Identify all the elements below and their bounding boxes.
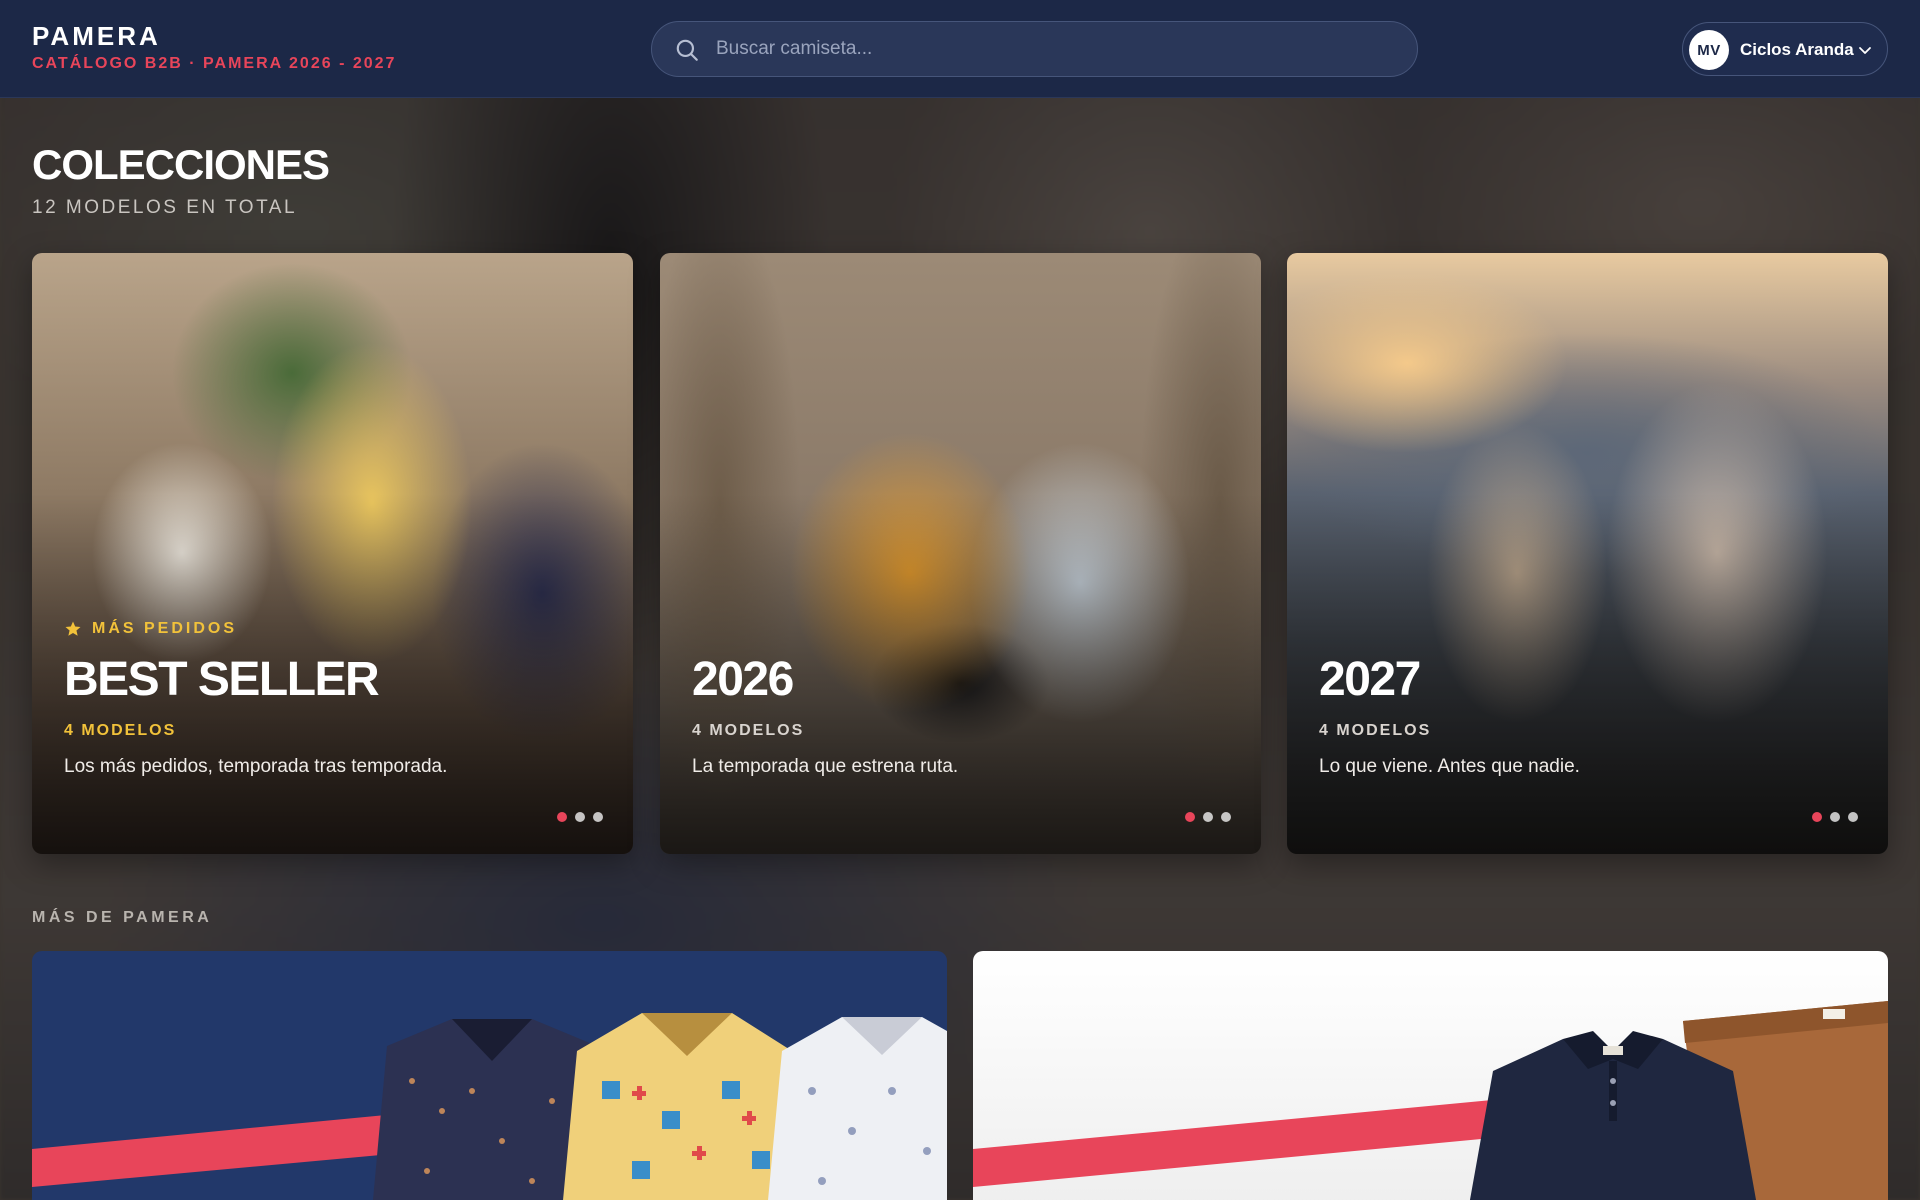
brand-subtitle: CATÁLOGO B2B · PAMERA 2026 - 2027 — [32, 55, 397, 72]
collection-card-2026[interactable]: 2026 4 MODELOS La temporada que estrena … — [660, 253, 1261, 854]
top-bar: PAMERA CATÁLOGO B2B · PAMERA 2026 - 2027… — [0, 0, 1920, 98]
collection-count: 4 MODELOS — [1319, 722, 1432, 739]
carousel-dot[interactable] — [1221, 812, 1231, 822]
collection-title: 2026 — [692, 653, 794, 706]
apparel-illustration — [973, 1001, 1888, 1200]
carousel-dot[interactable] — [1812, 812, 1822, 822]
star-icon — [65, 621, 81, 636]
more-from-pamera-heading: MÁS DE PAMERA — [32, 909, 213, 926]
carousel-dot[interactable] — [1830, 812, 1840, 822]
collection-card-2027[interactable]: 2027 4 MODELOS Lo que viene. Antes que n… — [1287, 253, 1888, 854]
collection-description: Lo que viene. Antes que nadie. — [1319, 756, 1580, 777]
search-bar[interactable] — [651, 21, 1418, 77]
collection-card-best-seller[interactable]: MÁS PEDIDOS BEST SELLER 4 MODELOS Los má… — [32, 253, 633, 854]
collection-description: La temporada que estrena ruta. — [692, 756, 959, 777]
brand[interactable]: PAMERA CATÁLOGO B2B · PAMERA 2026 - 2027 — [32, 23, 396, 73]
shirts-illustration — [32, 1013, 947, 1200]
carousel-dots — [1185, 812, 1231, 822]
carousel-dot[interactable] — [1203, 812, 1213, 822]
collection-description: Los más pedidos, temporada tras temporad… — [64, 756, 448, 777]
carousel-dot[interactable] — [1185, 812, 1195, 822]
carousel-dot[interactable] — [593, 812, 603, 822]
carousel-dots — [1812, 812, 1858, 822]
carousel-dot[interactable] — [1848, 812, 1858, 822]
search-input[interactable] — [716, 22, 1396, 76]
carousel-dot[interactable] — [557, 812, 567, 822]
collection-title: BEST SELLER — [64, 653, 380, 706]
promo-card-shirts[interactable] — [32, 951, 947, 1200]
user-name: Ciclos Aranda — [1740, 40, 1854, 59]
collection-count: 4 MODELOS — [692, 722, 805, 739]
page-title: COLECCIONES — [32, 141, 330, 188]
brand-name: PAMERA — [32, 21, 161, 51]
user-menu-button[interactable]: MV Ciclos Aranda — [1682, 22, 1888, 76]
collection-eyebrow: MÁS PEDIDOS — [64, 620, 237, 638]
carousel-dots — [557, 812, 603, 822]
search-icon — [676, 39, 698, 61]
models-total: 12 MODELOS EN TOTAL — [32, 197, 298, 218]
carousel-dot[interactable] — [575, 812, 585, 822]
chevron-down-icon — [1859, 47, 1871, 54]
collection-eyebrow-label: MÁS PEDIDOS — [92, 620, 238, 637]
avatar: MV — [1689, 30, 1729, 70]
collection-title: 2027 — [1319, 653, 1421, 706]
promo-card-apparel[interactable] — [973, 951, 1888, 1200]
collection-count: 4 MODELOS — [64, 722, 177, 739]
